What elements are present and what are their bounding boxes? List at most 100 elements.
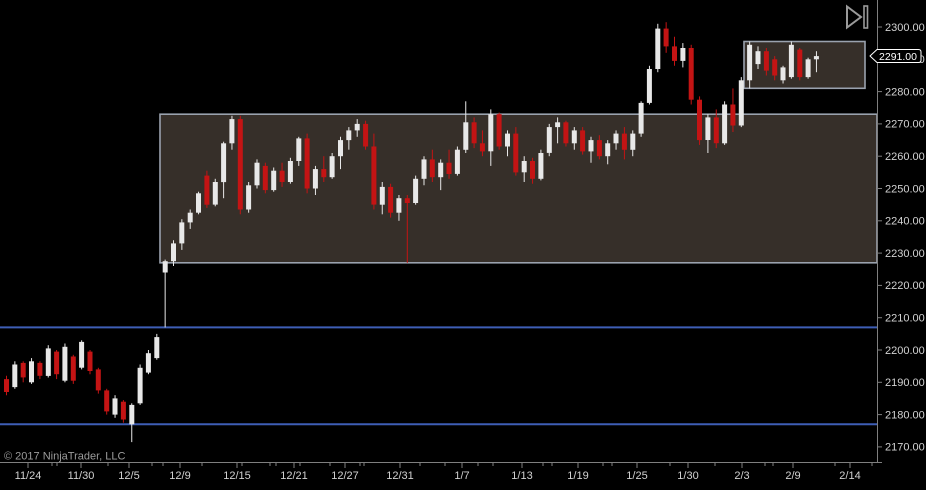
candle-body bbox=[622, 134, 627, 150]
candle bbox=[79, 340, 84, 369]
drawing-regions-layer bbox=[160, 42, 877, 263]
candle bbox=[363, 121, 368, 150]
candle bbox=[37, 361, 42, 379]
candle-body bbox=[572, 130, 577, 143]
skip-to-end-icon[interactable] bbox=[847, 6, 868, 28]
date-tick-label: 11/24 bbox=[15, 470, 42, 482]
candle-body bbox=[705, 117, 710, 140]
date-tick-label: 12/27 bbox=[331, 470, 359, 482]
price-tick-label: 2250.00 bbox=[885, 183, 925, 195]
candle-body bbox=[4, 379, 9, 392]
candle-body bbox=[171, 243, 176, 261]
candle-body bbox=[647, 69, 652, 103]
region-drawing-breakout-zone[interactable] bbox=[744, 42, 865, 89]
candle-body bbox=[672, 46, 677, 61]
candle-body bbox=[597, 140, 602, 156]
date-tick-label: 2/9 bbox=[785, 470, 800, 482]
date-tick-label: 12/5 bbox=[118, 470, 139, 482]
chart-window: 2300.002290.002280.002270.002260.002250.… bbox=[0, 0, 926, 490]
candle bbox=[639, 101, 644, 137]
candle-body bbox=[138, 368, 143, 404]
candle-body bbox=[505, 134, 510, 147]
date-tick-label: 12/9 bbox=[169, 470, 190, 482]
candle-body bbox=[146, 353, 151, 372]
candle bbox=[88, 350, 93, 374]
candle-body bbox=[46, 348, 51, 376]
price-chart-canvas[interactable]: 2300.002290.002280.002270.002260.002250.… bbox=[0, 0, 926, 490]
date-tick-label: 12/21 bbox=[280, 470, 308, 482]
candle-body bbox=[71, 357, 76, 381]
candle bbox=[246, 182, 251, 213]
candle-body bbox=[221, 143, 226, 182]
candle-body bbox=[104, 390, 109, 411]
candle bbox=[789, 42, 794, 79]
candle-body bbox=[430, 159, 435, 177]
candle bbox=[455, 147, 460, 176]
candle-body bbox=[288, 161, 293, 182]
price-marker-value: 2291.00 bbox=[879, 51, 917, 63]
candle-body bbox=[413, 179, 418, 203]
price-tick-label: 2270.00 bbox=[885, 119, 925, 131]
candle bbox=[730, 88, 735, 132]
candle bbox=[664, 22, 669, 53]
candle-body bbox=[714, 117, 719, 143]
candle bbox=[62, 344, 67, 383]
candle bbox=[689, 45, 694, 105]
candle-body bbox=[213, 182, 218, 205]
candle-body bbox=[154, 337, 159, 358]
price-tick-label: 2230.00 bbox=[885, 248, 925, 260]
candle bbox=[238, 116, 243, 215]
candle-body bbox=[555, 122, 560, 127]
candle-body bbox=[447, 163, 452, 174]
date-tick-label: 1/30 bbox=[677, 470, 698, 482]
candle-body bbox=[513, 134, 518, 173]
candle-body bbox=[196, 193, 201, 212]
candle bbox=[263, 163, 268, 194]
date-tick-label: 12/31 bbox=[386, 470, 414, 482]
candle-body bbox=[12, 365, 17, 388]
candle-body bbox=[338, 140, 343, 156]
candle-body bbox=[480, 143, 485, 151]
price-tick-label: 2210.00 bbox=[885, 313, 925, 325]
price-tick-label: 2190.00 bbox=[885, 377, 925, 389]
time-axis[interactable]: 11/2411/3012/512/912/1512/2112/2712/311/… bbox=[15, 463, 872, 483]
candle bbox=[680, 43, 685, 67]
candle-body bbox=[380, 187, 385, 205]
date-tick-label: 1/13 bbox=[511, 470, 532, 482]
candle-body bbox=[630, 134, 635, 150]
candle-body bbox=[639, 103, 644, 134]
candle bbox=[196, 192, 201, 215]
candle-body bbox=[522, 161, 527, 172]
candle-body bbox=[346, 130, 351, 140]
candle-body bbox=[722, 105, 727, 144]
candle-body bbox=[547, 127, 552, 153]
candle-body bbox=[29, 361, 34, 382]
candle bbox=[255, 159, 260, 188]
candle-body bbox=[455, 150, 460, 174]
date-tick-label: 1/25 bbox=[626, 470, 647, 482]
candle-body bbox=[79, 342, 84, 368]
candle-body bbox=[814, 56, 819, 59]
candle bbox=[797, 48, 802, 80]
candle-body bbox=[563, 122, 568, 143]
candle-body bbox=[271, 171, 276, 190]
last-price-marker: 2291.00 bbox=[870, 50, 921, 64]
candle bbox=[538, 150, 543, 181]
candle bbox=[29, 358, 34, 384]
candle-body bbox=[488, 114, 493, 151]
candle-body bbox=[664, 29, 669, 47]
date-tick-label: 2/3 bbox=[734, 470, 749, 482]
candle-body bbox=[497, 114, 502, 146]
price-tick-label: 2170.00 bbox=[885, 442, 925, 454]
candle bbox=[146, 350, 151, 374]
candle-body bbox=[330, 156, 335, 177]
candle bbox=[463, 101, 468, 153]
candle bbox=[647, 66, 652, 105]
candle-body bbox=[605, 143, 610, 156]
candle bbox=[21, 361, 26, 382]
price-tick-label: 2200.00 bbox=[885, 345, 925, 357]
price-axis[interactable]: 2300.002290.002280.002270.002260.002250.… bbox=[877, 22, 925, 454]
candle bbox=[104, 389, 109, 415]
candle-body bbox=[280, 171, 285, 182]
date-tick-label: 11/30 bbox=[68, 470, 95, 482]
